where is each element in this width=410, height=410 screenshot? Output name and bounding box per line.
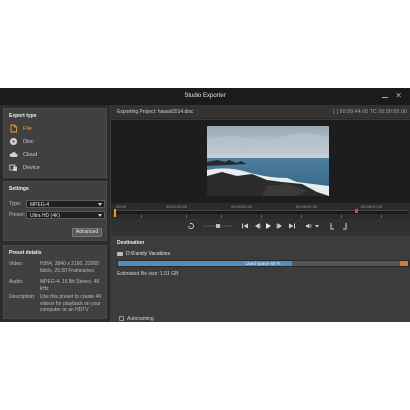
preset-details-title: Preset details bbox=[9, 250, 42, 256]
timeline-label: 00:02:00.00 bbox=[166, 204, 188, 209]
minimize-button[interactable] bbox=[382, 92, 388, 98]
audio-value: MPEG-4, 16 Bit Stereo, 48 kHz bbox=[40, 279, 100, 292]
export-type-panel: Export type File Disc Cloud Device bbox=[3, 108, 107, 178]
export-type-device-label: Device bbox=[23, 165, 40, 171]
studio-exporter-window: Studio Exporter ✕ Export type File Disc bbox=[0, 88, 410, 322]
folder-icon[interactable] bbox=[117, 252, 123, 256]
left-sidebar: Export type File Disc Cloud Device Setti… bbox=[0, 105, 110, 322]
disc-icon bbox=[9, 137, 18, 146]
preset-details-panel: Preset details Video: H264, 3840 x 2160,… bbox=[3, 245, 107, 319]
audio-label: Audio: bbox=[9, 279, 24, 285]
used-space-label: Used space 60 % bbox=[245, 261, 281, 266]
mark-in-icon[interactable] bbox=[329, 222, 337, 230]
settings-panel: Settings Type: MPEG-4 Preset: Ultra HD (… bbox=[3, 181, 107, 241]
step-forward-icon[interactable] bbox=[276, 222, 284, 230]
transport-controls bbox=[111, 219, 410, 233]
timeline-tick bbox=[141, 215, 142, 218]
go-to-end-icon[interactable] bbox=[288, 222, 296, 230]
advanced-button[interactable]: Advanced bbox=[72, 228, 102, 237]
export-type-disc-label: Disc bbox=[23, 139, 34, 145]
type-row: Type: MPEG-4 bbox=[9, 200, 105, 208]
volume-icon[interactable] bbox=[305, 222, 313, 230]
timeline-label: 00:00 bbox=[116, 204, 127, 209]
video-value: H264, 3840 x 2160, 22000 kbit/s, 25.00 F… bbox=[40, 261, 99, 274]
timeline-label: 00:04:00.00 bbox=[231, 204, 253, 209]
timeline-tick bbox=[301, 215, 302, 218]
export-type-file-label: File bbox=[23, 126, 32, 132]
volume-dropdown-icon[interactable] bbox=[315, 222, 319, 230]
file-icon bbox=[9, 124, 18, 133]
export-type-file[interactable]: File bbox=[9, 124, 99, 134]
timeline-label: 00:08:00.00 bbox=[361, 204, 383, 209]
video-viewer bbox=[111, 120, 410, 203]
preset-label: Preset: bbox=[9, 212, 25, 218]
export-type-cloud-label: Cloud bbox=[23, 152, 38, 158]
type-select[interactable]: MPEG-4 bbox=[26, 200, 105, 208]
timeline-tick bbox=[341, 215, 342, 218]
export-type-title: Export type bbox=[9, 113, 37, 119]
autonaming-label: Autonaming bbox=[127, 316, 154, 322]
play-icon[interactable] bbox=[264, 222, 272, 230]
mark-out-handle[interactable] bbox=[355, 209, 358, 213]
timeline-tick bbox=[186, 215, 187, 218]
export-info-bar: Exporting Project: hawaii2014.disc [ ] 0… bbox=[111, 105, 410, 119]
timeline-tick bbox=[381, 215, 382, 218]
title-bar: Studio Exporter ✕ bbox=[0, 88, 410, 105]
settings-title: Settings bbox=[9, 186, 29, 192]
export-type-device[interactable]: Device bbox=[9, 163, 99, 173]
loop-icon[interactable] bbox=[187, 222, 195, 230]
exporting-project-label: Exporting Project: hawaii2014.disc bbox=[117, 109, 194, 115]
playhead-handle[interactable] bbox=[114, 209, 116, 217]
player-area: Exporting Project: hawaii2014.disc [ ] 0… bbox=[111, 105, 410, 322]
mark-out-icon[interactable] bbox=[340, 222, 348, 230]
destination-path[interactable]: D:\Family Vacations bbox=[126, 251, 170, 257]
preset-select[interactable]: Ultra HD (4K) bbox=[26, 211, 105, 219]
export-type-disc[interactable]: Disc bbox=[9, 137, 99, 147]
timeline-tick bbox=[221, 215, 222, 218]
preset-select-value: Ultra HD (4K) bbox=[30, 213, 61, 219]
estimated-file-size: Estimated file size: 1.51 GB bbox=[117, 271, 179, 277]
video-label: Video: bbox=[9, 261, 24, 267]
destination-panel: Destination D:\Family Vacations Used spa… bbox=[111, 234, 410, 322]
type-select-value: MPEG-4 bbox=[30, 202, 50, 208]
timeline-scrubber[interactable]: 00:00 00:02:00.00 00:04:00.00 00:06:00.0… bbox=[111, 203, 410, 219]
type-label: Type: bbox=[9, 201, 22, 207]
timeline-tick bbox=[261, 215, 262, 218]
preset-row: Preset: Ultra HD (4K) bbox=[9, 211, 105, 219]
step-back-icon[interactable] bbox=[253, 222, 261, 230]
timecode-readout: [ ] 00:09:44.00 TC 00:00:00.00 bbox=[333, 109, 407, 115]
video-preview-image bbox=[207, 126, 329, 196]
description-label: Description: bbox=[9, 294, 36, 300]
window-title: Studio Exporter bbox=[184, 93, 226, 99]
destination-title: Destination bbox=[117, 240, 145, 246]
chevron-down-icon bbox=[98, 214, 102, 217]
timeline-track[interactable] bbox=[115, 210, 408, 214]
checkbox-box[interactable] bbox=[119, 316, 124, 321]
chevron-down-icon bbox=[98, 203, 102, 206]
device-icon bbox=[9, 163, 18, 172]
description-value: Use this preset to create 4K videos for … bbox=[40, 294, 102, 313]
close-button[interactable]: ✕ bbox=[395, 91, 402, 100]
used-space-bar: Used space 60 % bbox=[117, 260, 409, 267]
export-type-cloud[interactable]: Cloud bbox=[9, 150, 99, 160]
go-to-start-icon[interactable] bbox=[241, 222, 249, 230]
jog-slider[interactable] bbox=[203, 222, 233, 230]
cloud-icon bbox=[9, 150, 18, 159]
timeline-label: 00:06:00.00 bbox=[296, 204, 318, 209]
